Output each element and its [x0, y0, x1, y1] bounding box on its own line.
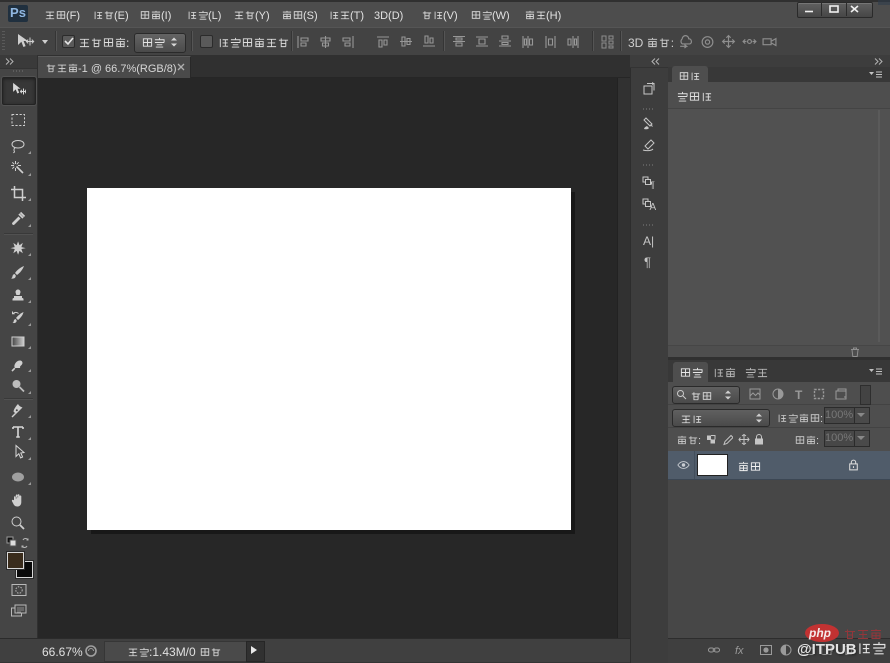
svg-text:¶: ¶ — [644, 255, 651, 270]
svg-text:¶: ¶ — [650, 180, 655, 190]
svg-text:T: T — [795, 388, 803, 401]
svg-text:A|: A| — [643, 234, 654, 248]
svg-text:A: A — [650, 202, 657, 212]
svg-text:fx: fx — [735, 645, 744, 657]
